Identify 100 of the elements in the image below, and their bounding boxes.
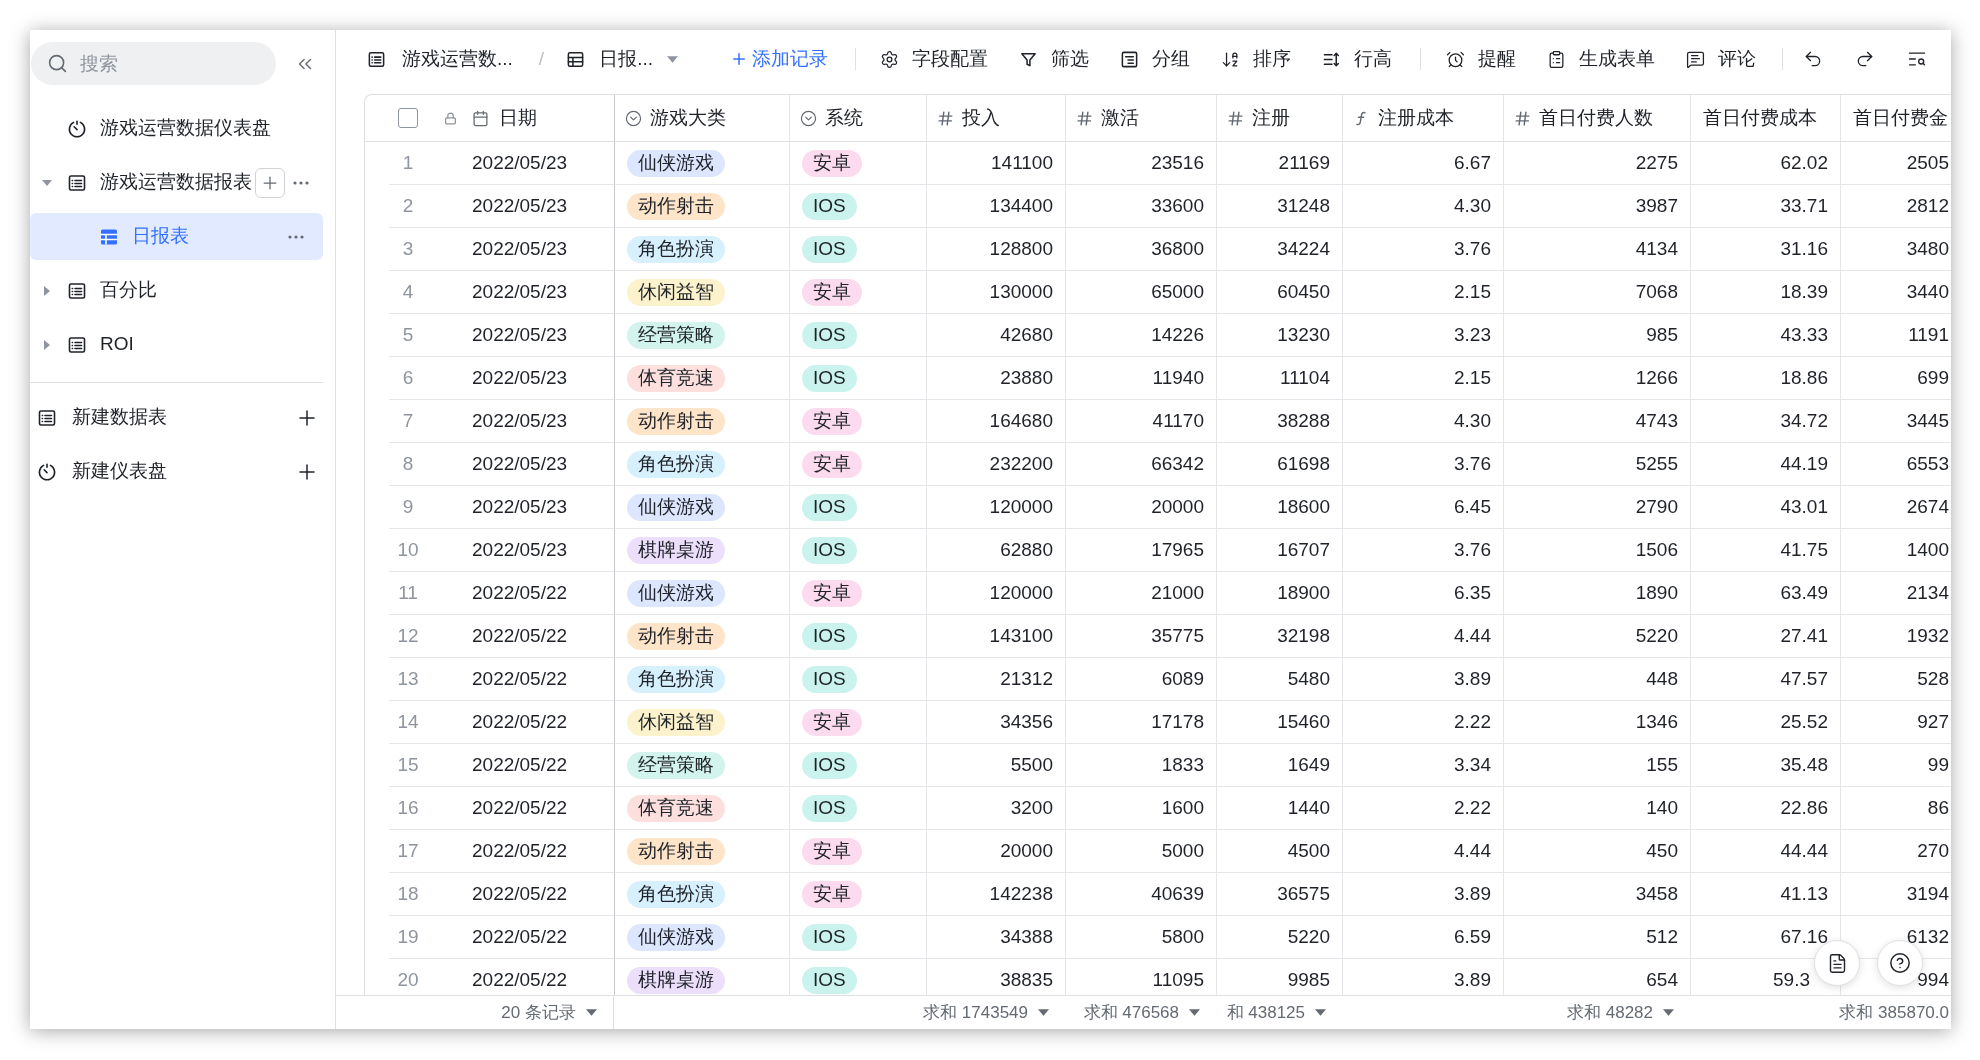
summary-dropdown[interactable]: 求和 385870.0 bbox=[1839, 999, 1949, 1026]
toolbar-button[interactable]: 行高 bbox=[1313, 41, 1400, 77]
number-text: 4.44 bbox=[1454, 623, 1491, 648]
table-icon bbox=[67, 334, 87, 355]
number-text: 1890 bbox=[1635, 580, 1678, 605]
row-number: 2 bbox=[401, 193, 415, 218]
sidebar-item[interactable]: 百分比 bbox=[30, 267, 323, 314]
number-text: 2790 bbox=[1635, 494, 1678, 519]
gauge-icon bbox=[37, 461, 57, 482]
number-text: 3987 bbox=[1635, 193, 1678, 218]
toolbar-button[interactable]: 字段配置 bbox=[871, 41, 996, 77]
date-text: 2022/05/22 bbox=[472, 924, 568, 949]
number-text: 41.75 bbox=[1780, 537, 1828, 562]
list-square-icon bbox=[1119, 49, 1139, 69]
toolbar-button[interactable]: 排序 bbox=[1212, 41, 1299, 77]
date-text: 2022/05/23 bbox=[472, 408, 568, 433]
row-number: 12 bbox=[396, 623, 420, 648]
summary-dropdown[interactable]: 和 438125 bbox=[1226, 999, 1326, 1026]
toolbar-button[interactable]: 生成表单 bbox=[1538, 41, 1663, 77]
number-text: 232200 bbox=[989, 451, 1053, 476]
summary-dropdown[interactable]: 20 条记录 bbox=[501, 999, 597, 1026]
number-text: 3440 bbox=[1906, 279, 1949, 304]
toolbar-button[interactable]: 分组 bbox=[1111, 41, 1198, 77]
sidebar-item[interactable]: 日报表 bbox=[30, 213, 323, 260]
number-text: 2812 bbox=[1906, 193, 1949, 218]
sidebar-item[interactable]: ROI bbox=[30, 321, 323, 368]
table-icon bbox=[67, 280, 87, 301]
number-text: 36575 bbox=[1277, 881, 1330, 906]
column-header[interactable]: 投入 bbox=[927, 95, 1066, 141]
column-header[interactable]: 注册 bbox=[1217, 95, 1343, 141]
number-text: 15460 bbox=[1277, 709, 1330, 734]
number-text: 2275 bbox=[1635, 150, 1678, 175]
number-text: 1833 bbox=[1161, 752, 1204, 777]
search-field[interactable]: 搜索 bbox=[31, 42, 276, 85]
number-text: 42680 bbox=[1000, 322, 1053, 347]
breadcrumb-link[interactable]: 日报... bbox=[566, 41, 678, 77]
option-tag: 经营策略 bbox=[627, 751, 725, 779]
option-tag: IOS bbox=[802, 192, 857, 220]
column-header[interactable]: 首日付费成本 bbox=[1691, 95, 1841, 141]
row-number: 9 bbox=[401, 494, 415, 519]
number-text: 62.02 bbox=[1780, 150, 1828, 175]
number-text: 130000 bbox=[989, 279, 1053, 304]
row-number: 6 bbox=[401, 365, 415, 390]
toolbar-button[interactable]: 筛选 bbox=[1010, 41, 1097, 77]
number-text: 142238 bbox=[989, 881, 1053, 906]
toolbar-button[interactable]: 评论 bbox=[1677, 41, 1764, 77]
hash-icon bbox=[1076, 109, 1093, 127]
option-tag: 安卓 bbox=[802, 450, 862, 478]
sidebar-item[interactable]: 游戏运营数据仪表盘 bbox=[30, 105, 323, 152]
column-header[interactable]: 日期 bbox=[441, 95, 615, 141]
create-item[interactable]: 新建仪表盘 bbox=[30, 448, 323, 495]
number-text: 21000 bbox=[1151, 580, 1204, 605]
speech-bubble-icon bbox=[1685, 49, 1705, 69]
number-text: 5220 bbox=[1635, 623, 1678, 648]
number-text: 31248 bbox=[1277, 193, 1330, 218]
number-text: 994 bbox=[1917, 967, 1949, 992]
number-text: 18600 bbox=[1277, 494, 1330, 519]
breadcrumb-separator: / bbox=[538, 46, 545, 71]
number-text: 3.89 bbox=[1454, 881, 1491, 906]
option-tag: 仙侠游戏 bbox=[627, 149, 725, 177]
column-header[interactable]: 激活 bbox=[1066, 95, 1217, 141]
option-tag: 经营策略 bbox=[627, 321, 725, 349]
column-header[interactable]: 游戏大类 bbox=[615, 95, 790, 141]
number-text: 1346 bbox=[1635, 709, 1678, 734]
number-text: 140 bbox=[1646, 795, 1678, 820]
row-number: 7 bbox=[401, 408, 415, 433]
column-header[interactable]: 首日付费人数 bbox=[1504, 95, 1691, 141]
number-text: 21312 bbox=[1000, 666, 1053, 691]
option-tag: IOS bbox=[802, 794, 857, 822]
create-item[interactable]: 新建数据表 bbox=[30, 394, 323, 441]
gauge-icon bbox=[67, 118, 87, 139]
number-text: 66342 bbox=[1151, 451, 1204, 476]
summary-dropdown[interactable]: 求和 476568 bbox=[1083, 999, 1200, 1026]
breadcrumb-link[interactable]: 游戏运营数... bbox=[367, 41, 513, 77]
caret-down-icon bbox=[1315, 1009, 1326, 1016]
checkbox[interactable] bbox=[398, 108, 418, 128]
date-text: 2022/05/23 bbox=[472, 193, 568, 218]
row-number: 17 bbox=[396, 838, 420, 863]
column-header[interactable]: 注册成本 bbox=[1343, 95, 1504, 141]
add-record-button[interactable]: 添加记录 bbox=[729, 41, 828, 77]
number-text: 41.13 bbox=[1780, 881, 1828, 906]
summary-dropdown[interactable]: 求和 1743549 bbox=[923, 999, 1049, 1026]
toolbar-button[interactable]: 提醒 bbox=[1437, 41, 1524, 77]
number-text: 6.35 bbox=[1454, 580, 1491, 605]
row-number: 19 bbox=[396, 924, 420, 949]
summary-dropdown[interactable]: 求和 48282 bbox=[1567, 999, 1674, 1026]
number-text: 1649 bbox=[1287, 752, 1330, 777]
column-header[interactable]: 首日付费金 bbox=[1841, 95, 1951, 141]
number-text: 38835 bbox=[1000, 967, 1053, 992]
ellipsis-icon bbox=[293, 180, 309, 185]
number-text: 32198 bbox=[1277, 623, 1330, 648]
number-text: 6.45 bbox=[1454, 494, 1491, 519]
number-text: 40639 bbox=[1151, 881, 1204, 906]
option-tag: IOS bbox=[802, 493, 857, 521]
number-text: 5255 bbox=[1635, 451, 1678, 476]
number-text: 1600 bbox=[1161, 795, 1204, 820]
number-text: 99 bbox=[1927, 752, 1949, 777]
column-header[interactable]: 系统 bbox=[790, 95, 927, 141]
option-tag: IOS bbox=[802, 321, 857, 349]
number-text: 17965 bbox=[1151, 537, 1204, 562]
